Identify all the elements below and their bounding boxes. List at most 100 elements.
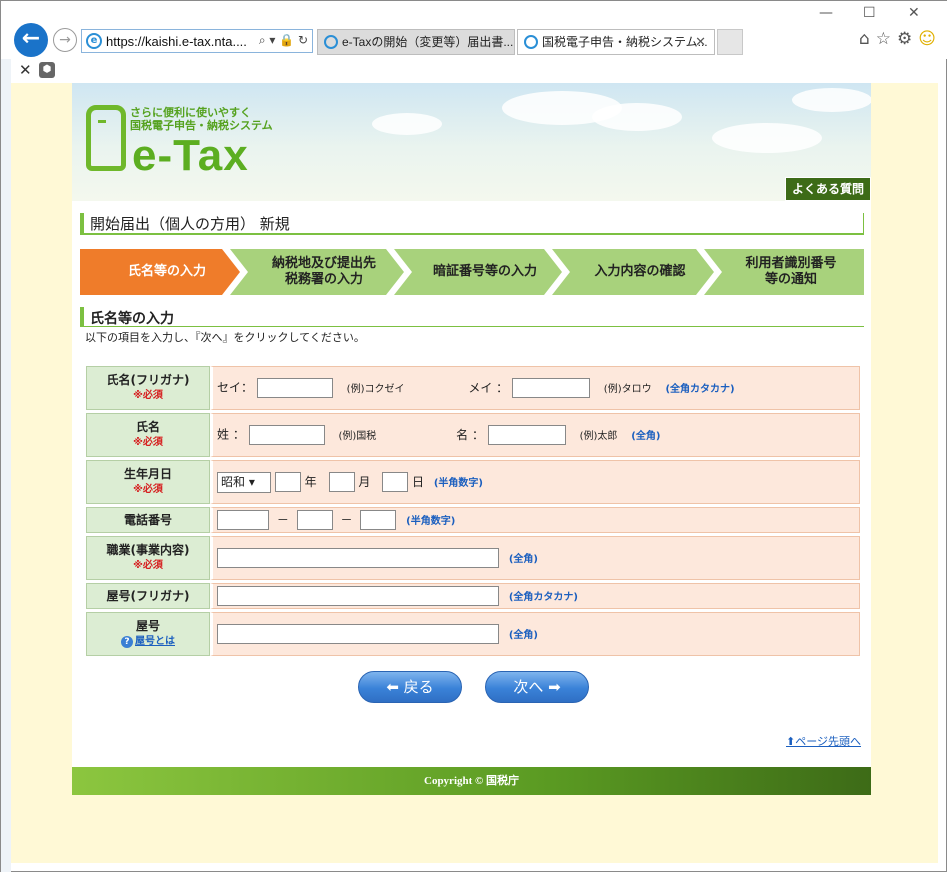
mei-example: (例)太郎: [579, 430, 618, 442]
phone-note: (半角数字): [406, 515, 456, 527]
site-banner: さらに便利に使いやすく 国税電子申告・納税システム e-Tax よくある質問: [72, 83, 871, 201]
label-trade-kana: 屋号(フリガナ): [106, 589, 190, 603]
section-title: 氏名等の入力: [90, 311, 174, 327]
address-tools[interactable]: ⌕ ▾ 🔒 ↻: [259, 33, 308, 48]
form-row-birth: 生年月日 ※必須 昭和 ▾ 年 月 日 (半角数字): [86, 460, 860, 504]
page-top-link[interactable]: ⬆ページ先頭へ: [786, 733, 861, 749]
close-window-icon[interactable]: ✕: [908, 5, 920, 21]
step-confirm: 入力内容の確認: [552, 249, 714, 295]
required-mark: ※必須: [133, 437, 163, 448]
next-button[interactable]: 次へ ➡: [485, 671, 589, 703]
required-mark: ※必須: [133, 390, 163, 401]
step-pin-input: 暗証番号等の入力: [394, 249, 562, 295]
trade-kana-input[interactable]: [217, 586, 499, 606]
tab-label: 国税電子申告・納税システム...: [542, 35, 708, 49]
birth-day-input[interactable]: [382, 472, 409, 492]
question-icon: ?: [121, 636, 133, 648]
trade-input[interactable]: [217, 624, 499, 644]
month-unit: 月: [358, 474, 371, 489]
phone-part-3-input[interactable]: [360, 510, 397, 530]
page-viewport: さらに便利に使いやすく 国税電子申告・納税システム e-Tax よくある質問 開…: [11, 83, 938, 863]
mei-kana-label: メイ ：: [468, 380, 509, 395]
etax-logo[interactable]: e-Tax: [132, 131, 249, 181]
home-icon[interactable]: ⌂: [859, 29, 870, 49]
page-title-bar: 開始届出（個人の方用） 新規: [80, 213, 864, 235]
mei-input[interactable]: [487, 425, 566, 445]
logo-tagline: さらに便利に使いやすく 国税電子申告・納税システム: [130, 107, 273, 132]
copyright-footer: Copyright © 国税庁: [72, 767, 871, 795]
phone-separator: －: [340, 512, 353, 527]
form-row-occupation: 職業(事業内容) ※必須 (全角): [86, 536, 860, 580]
label-birth: 生年月日: [123, 467, 172, 481]
back-arrow-icon[interactable]: ←: [14, 23, 48, 57]
minimize-icon[interactable]: —: [819, 5, 833, 21]
birth-year-input[interactable]: [274, 472, 301, 492]
maximize-icon[interactable]: ☐: [863, 5, 876, 21]
tab-etax-start[interactable]: e-Taxの開始（変更等）届出書...: [317, 29, 515, 55]
entry-form: 氏名(フリガナ) ※必須 セイ： (例)コクゼイ メイ ： (例)タロウ (全角カ…: [86, 363, 860, 659]
mei-label: 名 ：: [456, 427, 484, 442]
step-address-input: 納税地及び提出先 税務署の入力: [230, 249, 404, 295]
browser-window: ← → e https://kaishi.e-tax.nta.... ⌕ ▾ 🔒…: [0, 0, 947, 872]
page-title: 開始届出（個人の方用） 新規: [90, 215, 290, 233]
forward-arrow-icon[interactable]: →: [53, 28, 77, 52]
sei-example: (例)国税: [338, 430, 377, 442]
command-bar: ✕ ⬢: [11, 59, 946, 83]
era-select[interactable]: 昭和 ▾: [217, 471, 271, 493]
sei-kana-label: セイ：: [217, 380, 254, 395]
birth-note: (半角数字): [433, 477, 483, 489]
occupation-input[interactable]: [217, 548, 499, 568]
phone-part-1-input[interactable]: [217, 510, 269, 530]
sei-kana-example: (例)コクゼイ: [346, 383, 405, 395]
tab-label: e-Taxの開始（変更等）届出書...: [342, 35, 514, 49]
form-row-trade-kana: 屋号(フリガナ) (全角カタカナ): [86, 583, 860, 609]
phone-separator: －: [276, 512, 289, 527]
birth-month-input[interactable]: [328, 472, 355, 492]
form-row-name: 氏名 ※必須 姓 ： (例)国税 名 ： (例)太郎 (全角): [86, 413, 860, 457]
etax-mascot-icon: [86, 105, 126, 171]
address-url: https://kaishi.e-tax.nta....: [106, 34, 247, 49]
label-trade: 屋号: [135, 619, 160, 633]
addon-icon[interactable]: ⬢: [39, 62, 55, 78]
gear-icon[interactable]: ⚙: [897, 29, 912, 49]
ie-tab-icon: [324, 35, 338, 49]
required-mark: ※必須: [133, 560, 163, 571]
kana-note: (全角カタカナ): [665, 383, 735, 395]
sei-input[interactable]: [248, 425, 325, 445]
phone-part-2-input[interactable]: [296, 510, 333, 530]
ie-logo-icon: e: [86, 33, 102, 49]
required-mark: ※必須: [133, 484, 163, 495]
address-bar[interactable]: e https://kaishi.e-tax.nta.... ⌕ ▾ 🔒 ↻: [81, 29, 313, 53]
form-row-kana: 氏名(フリガナ) ※必須 セイ： (例)コクゼイ メイ ： (例)タロウ (全角カ…: [86, 366, 860, 410]
label-occupation: 職業(事業内容): [106, 543, 190, 557]
step-name-input: 氏名等の入力: [80, 249, 240, 295]
back-button[interactable]: ⬅ 戻る: [358, 671, 462, 703]
form-row-phone: 電話番号 － － (半角数字): [86, 507, 860, 533]
faq-link[interactable]: よくある質問: [784, 177, 871, 201]
day-unit: 日: [412, 474, 425, 489]
label-kana: 氏名(フリガナ): [106, 373, 190, 387]
toolbar-icons: ⌂ ☆ ⚙ ☺: [853, 29, 936, 49]
form-row-trade: 屋号 ? 屋号とは (全角): [86, 612, 860, 656]
tab-close-icon[interactable]: ✕: [695, 30, 706, 54]
etax-page: さらに便利に使いやすく 国税電子申告・納税システム e-Tax よくある質問 開…: [72, 83, 871, 795]
year-unit: 年: [304, 474, 317, 489]
ie-tab-icon: [524, 35, 538, 49]
smiley-icon[interactable]: ☺: [918, 29, 936, 49]
tab-etax-system[interactable]: 国税電子申告・納税システム... ✕: [517, 29, 715, 55]
trade-kana-note: (全角カタカナ): [508, 591, 578, 603]
occupation-note: (全角): [508, 553, 538, 565]
mei-kana-example: (例)タロウ: [603, 383, 652, 395]
star-icon[interactable]: ☆: [876, 29, 891, 49]
background-sheet: [1, 1, 11, 872]
step-id-notice: 利用者識別番号 等の通知: [704, 249, 864, 295]
trade-help-link[interactable]: ? 屋号とは: [87, 634, 209, 650]
sei-label: 姓 ：: [217, 427, 245, 442]
new-tab-button[interactable]: [717, 29, 743, 55]
label-name: 氏名: [135, 420, 160, 434]
sei-kana-input[interactable]: [256, 378, 333, 398]
section-title-bar: 氏名等の入力: [80, 307, 864, 327]
trade-note: (全角): [508, 629, 538, 641]
cmdbar-close-icon[interactable]: ✕: [19, 61, 32, 79]
mei-kana-input[interactable]: [511, 378, 590, 398]
